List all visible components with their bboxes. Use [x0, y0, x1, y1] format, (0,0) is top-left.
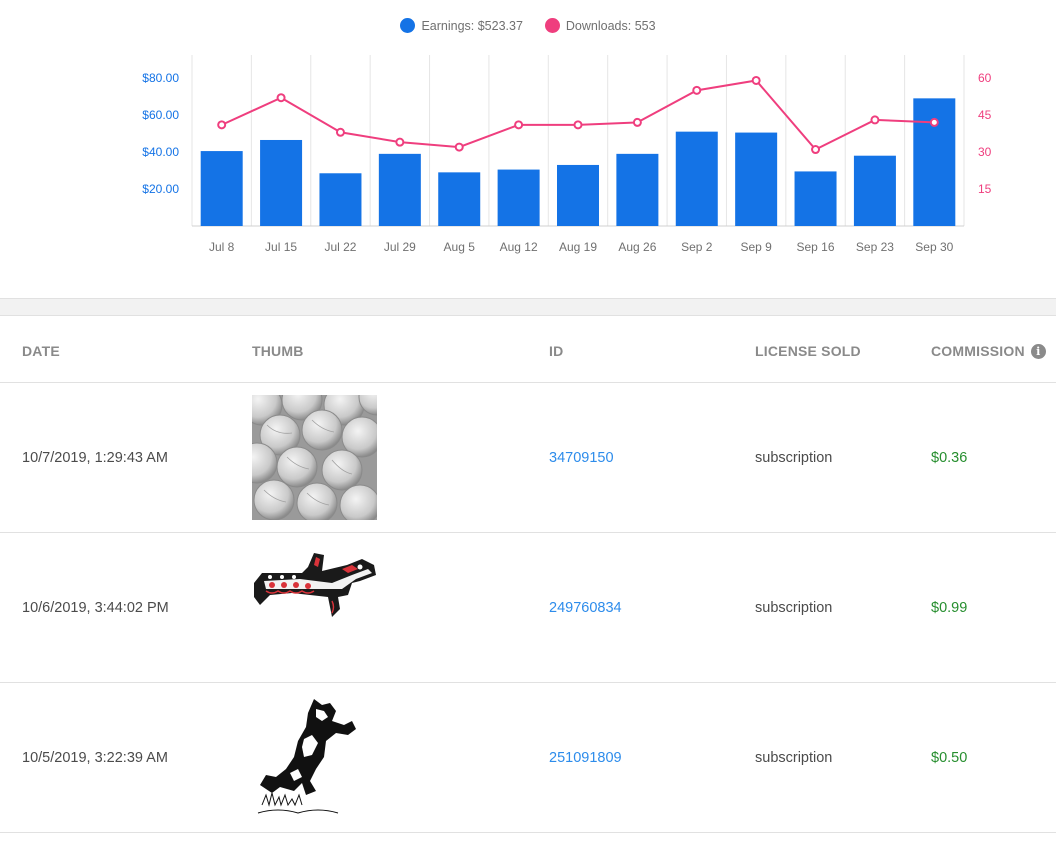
downloads-point — [811, 145, 821, 155]
downloads-point — [692, 85, 702, 95]
downloads-point — [751, 75, 761, 85]
downloads-line — [221, 79, 935, 151]
table-row: 10/6/2019, 3:44:02 PM 249760834 subscrip… — [0, 533, 1056, 683]
downloads-point — [454, 142, 464, 152]
earnings-bar — [794, 171, 837, 226]
row-date: 10/7/2019, 1:29:43 AM — [22, 449, 168, 466]
x-tick-label: Sep 9 — [740, 240, 772, 254]
earnings-bar — [913, 98, 956, 226]
x-tick-label: Jul 29 — [384, 240, 416, 254]
earnings-bar — [616, 153, 659, 226]
header-thumb: THUMB — [252, 343, 304, 359]
x-tick-label: Aug 12 — [500, 240, 538, 254]
y-right-tick-label: 45 — [978, 108, 992, 122]
x-tick-label: Aug 5 — [444, 240, 476, 254]
x-tick-label: Sep 30 — [915, 240, 953, 254]
earnings-bar — [853, 155, 896, 226]
x-tick-label: Jul 15 — [265, 240, 297, 254]
row-thumb[interactable] — [252, 383, 377, 532]
downloads-point — [870, 115, 880, 125]
earnings-chart: Earnings: $523.37 Downloads: 553 $20.00 $… — [0, 0, 1056, 298]
table-row: 10/5/2019, 3:22:39 AM 251091809 subscrip… — [0, 683, 1056, 833]
row-license: subscription — [755, 749, 833, 766]
downloads-point — [929, 117, 939, 127]
row-commission: $0.50 — [931, 749, 968, 766]
downloads-point — [514, 120, 524, 130]
x-tick-label: Aug 26 — [618, 240, 656, 254]
earnings-bar — [438, 172, 481, 226]
downloads-point — [335, 127, 345, 137]
row-id-link[interactable]: 251091809 — [549, 683, 622, 832]
y-right-tick-label: 30 — [978, 145, 992, 159]
x-tick-label: Sep 2 — [681, 240, 713, 254]
x-tick-label: Aug 19 — [559, 240, 597, 254]
sales-table: DATE THUMB ID LICENSE SOLD COMMISSION i … — [0, 316, 1056, 833]
table-row: 10/7/2019, 1:29:43 AM 34709150 subscript… — [0, 383, 1056, 533]
header-commission-label: COMMISSION — [931, 343, 1025, 359]
earnings-bar — [260, 139, 303, 226]
earnings-bar — [319, 173, 362, 226]
y-right-tick-label: 15 — [978, 182, 992, 196]
section-divider — [0, 298, 1056, 316]
row-thumb[interactable] — [252, 683, 377, 832]
header-license[interactable]: LICENSE SOLD — [755, 343, 861, 359]
header-id[interactable]: ID — [549, 343, 563, 359]
header-commission[interactable]: COMMISSION i — [931, 343, 1046, 359]
row-date: 10/6/2019, 3:44:02 PM — [22, 599, 169, 616]
x-tick-label: Jul 8 — [209, 240, 235, 254]
downloads-point — [217, 120, 227, 130]
y-left-tick-label: $80.00 — [142, 71, 179, 85]
earnings-bar — [735, 132, 778, 226]
earnings-bar — [497, 169, 540, 226]
earnings-bar — [675, 131, 718, 226]
downloads-point — [276, 93, 286, 103]
y-left-tick-label: $20.00 — [142, 182, 179, 196]
downloads-point — [395, 137, 405, 147]
volleyballs-thumbnail[interactable] — [252, 395, 377, 520]
orca-totem-thumbnail[interactable] — [252, 545, 377, 670]
y-right-tick-label: 60 — [978, 71, 992, 85]
x-tick-label: Sep 16 — [797, 240, 835, 254]
table-header: DATE THUMB ID LICENSE SOLD COMMISSION i — [0, 316, 1056, 383]
downloads-point — [632, 117, 642, 127]
leaping-wolf-thumbnail[interactable] — [252, 695, 377, 820]
row-license: subscription — [755, 599, 833, 616]
earnings-bar — [378, 153, 421, 226]
y-left-tick-label: $40.00 — [142, 145, 179, 159]
row-id-link[interactable]: 34709150 — [549, 383, 614, 532]
row-id-link[interactable]: 249760834 — [549, 533, 622, 682]
downloads-point — [573, 120, 583, 130]
x-tick-label: Jul 22 — [324, 240, 356, 254]
row-commission: $0.36 — [931, 449, 968, 466]
chart-canvas: $20.00 $40.00 $60.00 $80.00 15 30 45 60 Jul 8 Jul… — [142, 55, 992, 254]
earnings-bar — [557, 164, 599, 226]
info-icon[interactable]: i — [1030, 343, 1046, 359]
row-thumb[interactable] — [252, 533, 377, 682]
row-commission: $0.99 — [931, 599, 968, 616]
header-date[interactable]: DATE — [22, 343, 60, 359]
row-license: subscription — [755, 449, 833, 466]
earnings-bar — [200, 151, 243, 226]
y-left-tick-label: $60.00 — [142, 108, 179, 122]
row-date: 10/5/2019, 3:22:39 AM — [22, 749, 168, 766]
x-tick-label: Sep 23 — [856, 240, 894, 254]
